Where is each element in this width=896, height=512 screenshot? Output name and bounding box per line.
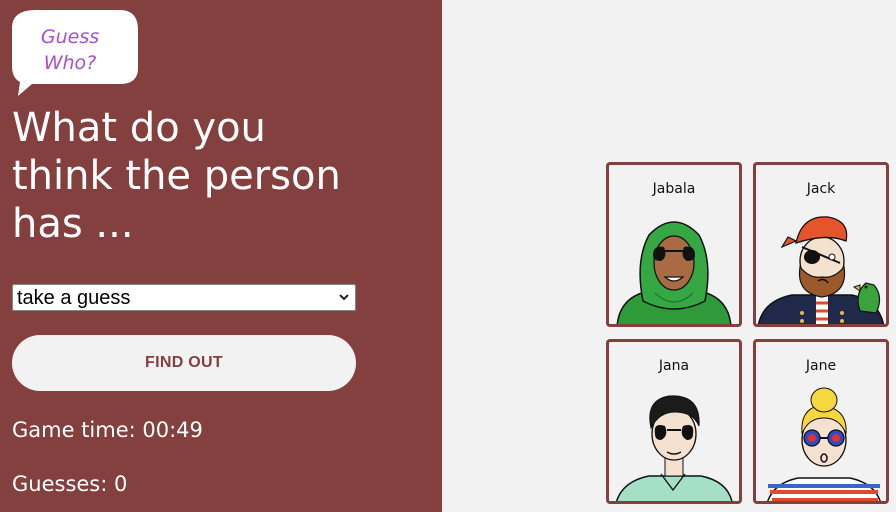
- game-time-text: Game time: 00:49: [12, 418, 203, 442]
- character-card-jane[interactable]: Jane: [753, 339, 889, 504]
- jana-portrait-icon: [615, 395, 733, 501]
- logo-line-1: Guess: [40, 26, 100, 48]
- logo-line-2: Who?: [43, 52, 97, 74]
- question-line-1: What do you: [12, 105, 266, 151]
- guess-select-value: take a guess: [17, 287, 131, 309]
- character-card-jack[interactable]: Jack: [753, 162, 889, 327]
- guess-select[interactable]: take a guess: [12, 284, 356, 311]
- guess-who-logo: Guess Who?: [12, 10, 138, 96]
- character-name: Jana: [658, 358, 690, 374]
- chevron-down-icon: [339, 294, 349, 301]
- guesses-count-text: Guesses: 0: [12, 472, 128, 496]
- find-out-button[interactable]: FIND OUT: [12, 335, 356, 391]
- sidebar-panel: Guess Who? What do you think the person …: [0, 0, 442, 512]
- jack-portrait-icon: [757, 216, 885, 324]
- character-name: Jack: [806, 181, 836, 197]
- character-card-jabala[interactable]: Jabala: [606, 162, 742, 327]
- character-name: Jane: [805, 358, 837, 374]
- jane-portrait-icon: [767, 387, 881, 501]
- question-line-3: has ...: [12, 201, 134, 247]
- jabala-portrait-icon: [616, 221, 732, 324]
- question-line-2: think the person: [12, 153, 341, 199]
- character-name: Jabala: [652, 181, 696, 197]
- question-heading: What do you think the person has ...: [12, 104, 352, 248]
- character-card-jana[interactable]: Jana: [606, 339, 742, 504]
